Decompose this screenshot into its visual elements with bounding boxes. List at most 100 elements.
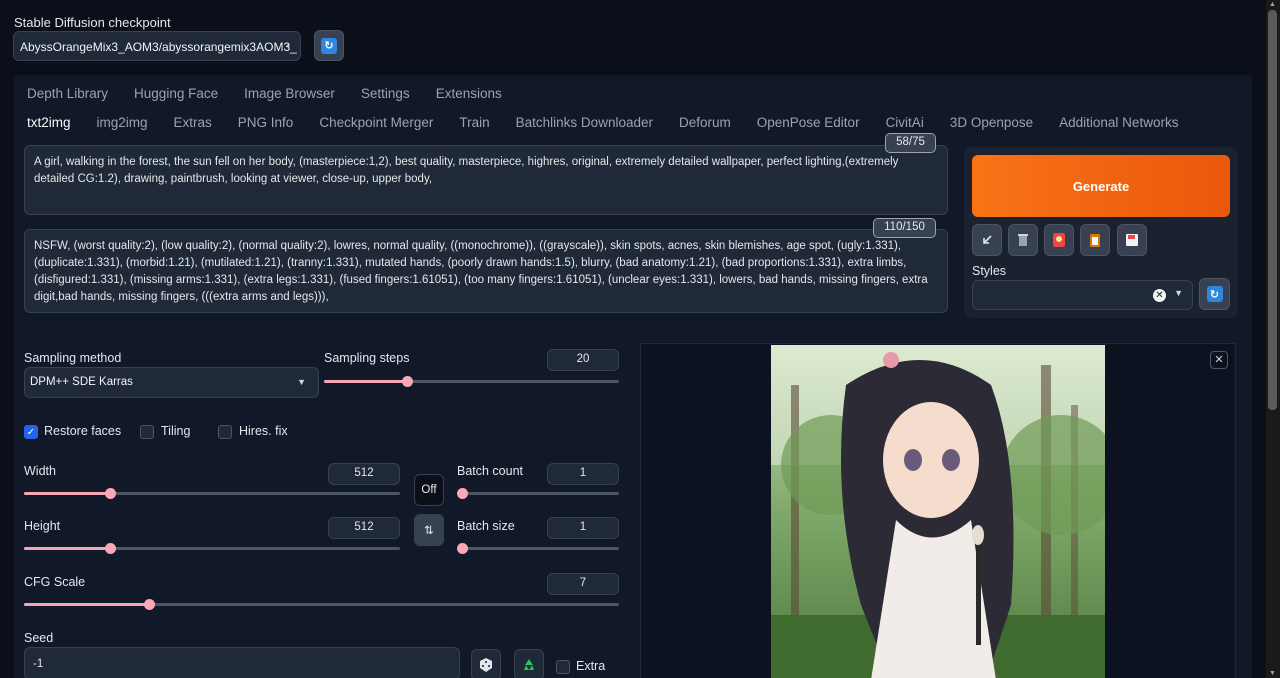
tab-extensions[interactable]: Extensions (423, 86, 515, 101)
height-input[interactable]: 512 (328, 517, 400, 539)
extra-seed-label: Extra (576, 659, 606, 673)
tab-batchlinks-downloader[interactable]: Batchlinks Downloader (503, 115, 666, 130)
width-input[interactable]: 512 (328, 463, 400, 485)
tab-settings[interactable]: Settings (348, 86, 423, 101)
tab-txt2img[interactable]: txt2img (14, 115, 84, 130)
anime-girl-forest-image (771, 345, 1105, 678)
tiling-checkbox[interactable] (140, 425, 154, 439)
seed-input[interactable]: -1 (24, 647, 460, 678)
off-button[interactable]: Off (414, 474, 444, 506)
slider-thumb[interactable] (401, 376, 413, 387)
height-label: Height (24, 519, 61, 533)
tab-hugging-face[interactable]: Hugging Face (121, 86, 231, 101)
trash-button[interactable] (1008, 224, 1038, 256)
tab-png-info[interactable]: PNG Info (225, 115, 307, 130)
negative-prompt-token-counter: 110/150 (873, 218, 936, 238)
clipboard-icon (1090, 234, 1100, 247)
slider-fill (24, 603, 149, 606)
random-seed-button[interactable] (471, 649, 501, 678)
batch-size-input[interactable]: 1 (547, 517, 619, 539)
batch-size-label: Batch size (457, 519, 515, 533)
slider-fill (324, 380, 407, 383)
negative-prompt-textarea[interactable]: NSFW, (worst quality:2), (low quality:2)… (24, 229, 948, 313)
floppy-disk-icon (1126, 234, 1138, 246)
checkpoint-refresh-button[interactable]: ↻ (314, 30, 344, 61)
checkpoint-value: AbyssOrangeMix3_AOM3/abyssorangemix3AOM3… (20, 40, 297, 54)
slider-thumb[interactable] (143, 599, 155, 610)
checkpoint-label: Stable Diffusion checkpoint (14, 15, 171, 30)
width-label: Width (24, 464, 56, 478)
generate-button[interactable]: Generate (972, 155, 1230, 217)
tiling-label: Tiling (161, 424, 191, 438)
cfg-scale-slider[interactable] (24, 599, 619, 610)
generated-image[interactable] (771, 345, 1105, 678)
dropdown-indicator-icon: • (286, 41, 290, 52)
slider-fill (24, 492, 111, 495)
chevron-down-icon: ▼ (297, 377, 306, 387)
tab-additional-networks[interactable]: Additional Networks (1046, 115, 1191, 130)
sampling-method-value: DPM++ SDE Karras (30, 376, 133, 388)
tab-train[interactable]: Train (446, 115, 502, 130)
sampling-steps-label: Sampling steps (324, 351, 410, 365)
tab-checkpoint-merger[interactable]: Checkpoint Merger (306, 115, 446, 130)
sampling-method-dropdown[interactable]: DPM++ SDE Karras ▼ (24, 367, 319, 398)
card-icon (1053, 233, 1065, 247)
seed-label: Seed (24, 631, 54, 645)
tab-img2img[interactable]: img2img (84, 115, 161, 130)
chevron-down-icon: ▼ (1174, 288, 1183, 298)
styles-refresh-button[interactable]: ↻ (1199, 278, 1230, 310)
trash-icon (1018, 234, 1028, 246)
width-slider[interactable] (24, 488, 400, 499)
batch-count-input[interactable]: 1 (547, 463, 619, 485)
batch-count-slider[interactable] (457, 488, 619, 499)
hires-fix-label: Hires. fix (239, 424, 288, 438)
tab-deforum[interactable]: Deforum (666, 115, 744, 130)
tab-openpose-editor[interactable]: OpenPose Editor (744, 115, 873, 130)
tab-image-browser[interactable]: Image Browser (231, 86, 348, 101)
restore-faces-checkbox[interactable]: ✓ (24, 425, 38, 439)
scroll-thumb[interactable] (1268, 10, 1277, 410)
close-output-button[interactable]: ✕ (1210, 351, 1228, 369)
batch-size-slider[interactable] (457, 543, 619, 554)
refresh-icon: ↻ (1206, 286, 1223, 302)
swap-dimensions-button[interactable]: ⇅ (414, 514, 444, 546)
restore-faces-label: Restore faces (44, 424, 122, 438)
swap-icon: ⇅ (424, 525, 434, 537)
tab-depth-library[interactable]: Depth Library (14, 86, 121, 101)
sampling-steps-input[interactable]: 20 (547, 349, 619, 371)
styles-label: Styles (972, 264, 1007, 278)
styles-dropdown[interactable]: ✕ ▼ (972, 280, 1193, 310)
recycle-icon (524, 659, 534, 670)
cfg-scale-label: CFG Scale (24, 575, 86, 589)
slider-fill (24, 547, 111, 550)
save-style-button[interactable] (1117, 224, 1147, 256)
extra-seed-checkbox[interactable] (556, 660, 570, 674)
extra-networks-button[interactable] (1044, 224, 1074, 256)
height-slider[interactable] (24, 543, 400, 554)
tab-civitai[interactable]: CivitAi (873, 115, 937, 130)
refresh-icon: ↻ (321, 37, 337, 54)
tab-extras[interactable]: Extras (161, 115, 225, 130)
prompt-token-counter: 58/75 (885, 133, 936, 153)
slider-thumb[interactable] (457, 543, 468, 554)
tabs-main-row: txt2img img2img Extras PNG Info Checkpoi… (14, 115, 1191, 130)
scroll-down-icon[interactable]: ▼ (1269, 670, 1276, 677)
sampling-method-label: Sampling method (24, 351, 122, 365)
checkpoint-dropdown[interactable]: AbyssOrangeMix3_AOM3/abyssorangemix3AOM3… (13, 31, 301, 61)
page-scrollbar[interactable]: ▲ ▼ (1266, 0, 1280, 678)
arrow-down-left-icon (983, 235, 992, 244)
dice-icon (480, 658, 492, 672)
batch-count-label: Batch count (457, 464, 524, 478)
clear-icon[interactable]: ✕ (1153, 289, 1166, 302)
hires-fix-checkbox[interactable] (218, 425, 232, 439)
tabs-top-row: Depth Library Hugging Face Image Browser… (14, 86, 515, 101)
sampling-steps-slider[interactable] (324, 376, 619, 387)
read-params-button[interactable] (972, 224, 1002, 256)
paste-button[interactable] (1080, 224, 1110, 256)
slider-thumb[interactable] (457, 488, 468, 499)
cfg-scale-input[interactable]: 7 (547, 573, 619, 595)
reuse-seed-button[interactable] (514, 649, 544, 678)
tab-3d-openpose[interactable]: 3D Openpose (937, 115, 1046, 130)
scroll-up-icon[interactable]: ▲ (1269, 1, 1276, 8)
prompt-textarea[interactable]: A girl, walking in the forest, the sun f… (24, 145, 948, 215)
